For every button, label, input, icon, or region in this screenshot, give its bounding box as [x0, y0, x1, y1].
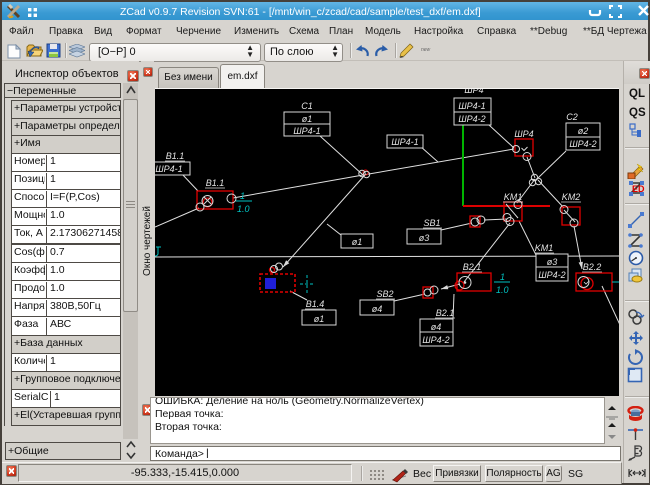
svg-text:B1.1: B1.1: [206, 178, 225, 188]
svg-text:ШР4: ШР4: [464, 89, 483, 95]
svg-text:ø1: ø1: [302, 114, 313, 124]
svg-text:1.0: 1.0: [237, 204, 250, 214]
svg-text:ø3: ø3: [547, 257, 558, 267]
svg-text:KM1: KM1: [504, 192, 523, 202]
svg-text:B2.2: B2.2: [583, 262, 602, 272]
svg-text:ED: ED: [632, 184, 645, 194]
svg-text:ø2: ø2: [578, 126, 589, 136]
svg-text:C2: C2: [566, 112, 578, 122]
svg-text:ШР4: ШР4: [514, 129, 533, 139]
svg-text:ШР4-2: ШР4-2: [422, 335, 449, 345]
svg-text:ø1: ø1: [352, 237, 363, 247]
svg-text:KM1: KM1: [535, 243, 554, 253]
svg-text:ø3: ø3: [419, 233, 430, 243]
svg-text:ШР4-1: ШР4-1: [293, 126, 320, 136]
svg-text:1: 1: [500, 272, 505, 282]
svg-text:ШР4-1: ШР4-1: [458, 101, 485, 111]
svg-text:ШР4-2: ШР4-2: [569, 139, 596, 149]
svg-text:ø1: ø1: [314, 314, 325, 324]
svg-text:ШР4-1: ШР4-1: [391, 137, 418, 147]
svg-text:ø4: ø4: [431, 322, 442, 332]
svg-text:B1.1: B1.1: [166, 151, 185, 161]
svg-text:ШР4-2: ШР4-2: [538, 270, 565, 280]
svg-text:ШР4-2: ШР4-2: [458, 114, 485, 124]
svg-text:SB1: SB1: [423, 218, 440, 228]
svg-text:SB2: SB2: [376, 289, 393, 299]
svg-text:B1.4: B1.4: [306, 299, 325, 309]
svg-text:C1: C1: [301, 101, 313, 111]
svg-text:ø4: ø4: [372, 304, 383, 314]
svg-text:B2.1: B2.1: [463, 262, 482, 272]
svg-text:KM2: KM2: [562, 192, 581, 202]
svg-text:ШР4-1: ШР4-1: [155, 164, 182, 174]
svg-text:1: 1: [240, 191, 245, 201]
svg-text:B2.1: B2.1: [436, 308, 455, 318]
svg-text:1.0: 1.0: [496, 285, 509, 295]
